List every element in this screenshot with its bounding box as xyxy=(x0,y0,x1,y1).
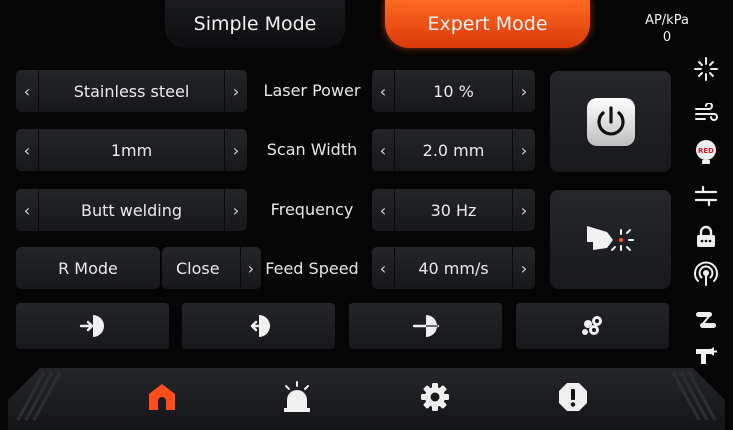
weld-type-selector[interactable]: ‹ Butt welding › xyxy=(16,189,247,231)
material-selector[interactable]: ‹ Stainless steel › xyxy=(16,70,247,112)
red-light-icon[interactable]: RED xyxy=(693,139,719,165)
alarm-icon xyxy=(284,381,310,412)
nav-home-button[interactable] xyxy=(145,380,179,414)
wire-in-button[interactable] xyxy=(16,303,169,349)
wireless-icon[interactable] xyxy=(693,261,719,287)
nav-warning-button[interactable] xyxy=(556,380,590,414)
laser-head-icon xyxy=(586,225,634,251)
laser-power-decrease-button[interactable]: ‹ xyxy=(372,70,395,112)
cable-icon[interactable] xyxy=(693,307,719,333)
wire-feed-icon[interactable] xyxy=(693,183,719,209)
r-mode-toggle[interactable]: Close › xyxy=(162,247,261,289)
material-prev-button[interactable]: ‹ xyxy=(16,70,39,112)
laser-power-increase-button[interactable]: › xyxy=(512,70,535,112)
pressure-readout: AP/kPa 0 xyxy=(628,12,706,46)
wire-out-icon xyxy=(250,315,270,337)
laser-emit-button[interactable] xyxy=(550,190,671,289)
thickness-selector[interactable]: ‹ 1mm › xyxy=(16,129,247,171)
warning-icon xyxy=(559,383,587,411)
sparkle-icon[interactable] xyxy=(693,56,719,82)
material-next-button[interactable]: › xyxy=(224,70,247,112)
feed-speed-label: Feed Speed xyxy=(265,259,359,278)
power-icon xyxy=(586,97,635,146)
nav-alarm-button[interactable] xyxy=(280,380,314,414)
bottom-nav-bar xyxy=(8,368,725,430)
pressure-unit: AP/kPa xyxy=(645,13,689,28)
feed-speed-decrease-button[interactable]: ‹ xyxy=(372,247,395,289)
pressure-value: 0 xyxy=(662,30,672,45)
frequency-increase-button[interactable]: › xyxy=(512,189,535,231)
weld-type-value: Butt welding xyxy=(80,200,183,220)
frequency-decrease-button[interactable]: ‹ xyxy=(372,189,395,231)
thickness-value: 1mm xyxy=(110,140,153,160)
tab-expert-mode[interactable]: Expert Mode xyxy=(385,0,590,48)
tab-simple-mode[interactable]: Simple Mode xyxy=(165,0,345,48)
material-value: Stainless steel xyxy=(73,81,190,101)
scan-width-increase-button[interactable]: › xyxy=(512,129,535,171)
laser-power-value: 10 % xyxy=(433,81,474,101)
home-icon xyxy=(149,384,175,410)
frequency-value: 30 Hz xyxy=(430,200,477,220)
air-flow-icon[interactable] xyxy=(693,101,719,127)
wire-out-button[interactable] xyxy=(182,303,335,349)
wire-cut-button[interactable] xyxy=(349,303,502,349)
scan-width-value: 2.0 mm xyxy=(422,140,485,160)
frequency-stepper[interactable]: ‹ 30 Hz › xyxy=(372,189,535,231)
wire-cut-icon xyxy=(412,315,439,337)
settings-icon xyxy=(421,383,449,411)
laser-power-stepper[interactable]: ‹ 10 % › xyxy=(372,70,535,112)
wire-in-icon xyxy=(79,315,104,337)
gas-blow-icon xyxy=(581,316,602,335)
frequency-label: Frequency xyxy=(270,200,354,219)
red-badge-text: RED xyxy=(698,147,714,155)
scan-width-label: Scan Width xyxy=(266,140,358,159)
feed-speed-increase-button[interactable]: › xyxy=(512,247,535,289)
r-mode-button[interactable]: R Mode xyxy=(16,247,160,289)
weld-type-next-button[interactable]: › xyxy=(224,189,247,231)
laser-power-label: Laser Power xyxy=(263,81,361,100)
thickness-next-button[interactable]: › xyxy=(224,129,247,171)
scan-width-stepper[interactable]: ‹ 2.0 mm › xyxy=(372,129,535,171)
nav-settings-button[interactable] xyxy=(418,380,452,414)
feed-speed-stepper[interactable]: ‹ 40 mm/s › xyxy=(372,247,535,289)
feed-speed-value: 40 mm/s xyxy=(418,258,489,278)
thickness-prev-button[interactable]: ‹ xyxy=(16,129,39,171)
power-button[interactable] xyxy=(550,71,671,172)
gas-blow-button[interactable] xyxy=(516,303,669,349)
scan-width-decrease-button[interactable]: ‹ xyxy=(372,129,395,171)
lock-icon[interactable] xyxy=(693,224,719,250)
weld-type-prev-button[interactable]: ‹ xyxy=(16,189,39,231)
r-mode-label: R Mode xyxy=(58,258,118,278)
r-mode-value: Close xyxy=(176,258,220,278)
